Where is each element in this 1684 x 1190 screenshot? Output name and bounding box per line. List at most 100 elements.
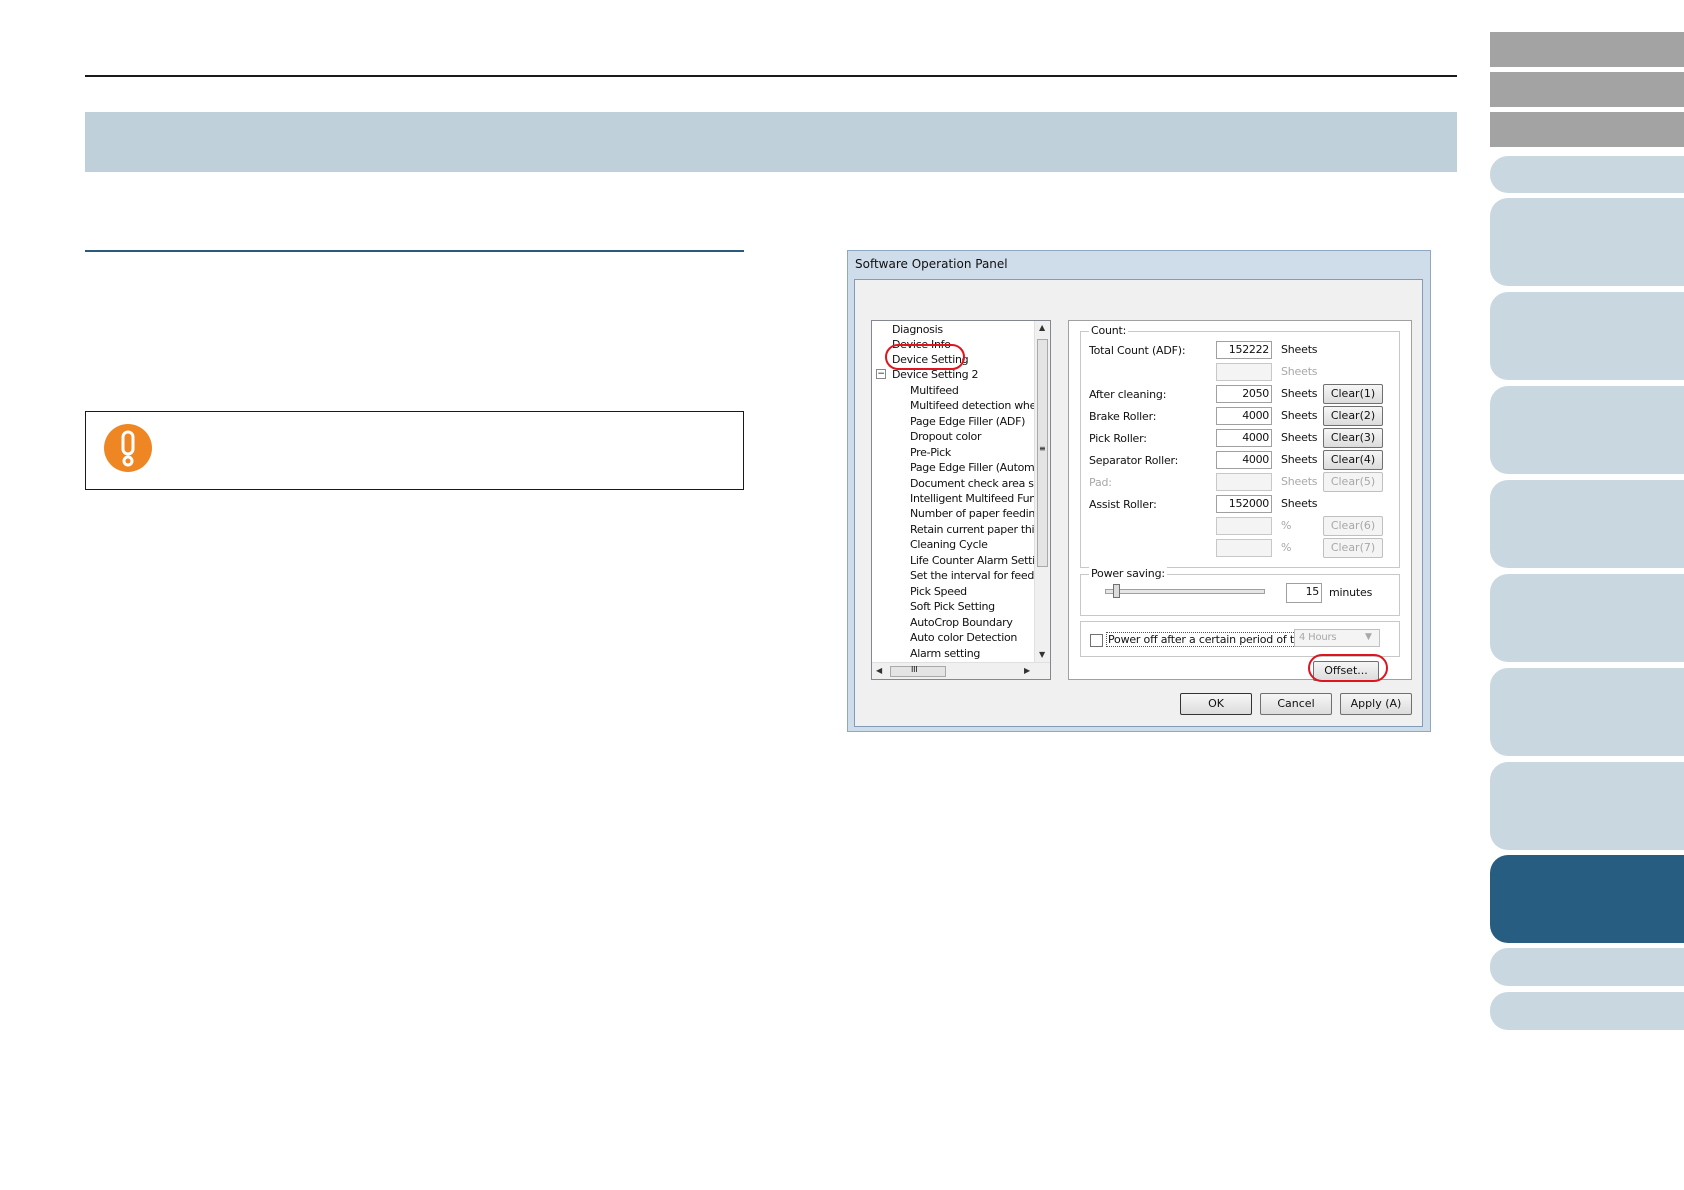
count-field-empty: [1216, 363, 1272, 381]
settings-tree[interactable]: Diagnosis Device Info Device Setting − D…: [871, 320, 1051, 680]
nav-tab-5[interactable]: [1490, 198, 1684, 286]
count-label: Separator Roller:: [1089, 454, 1179, 467]
count-field-empty: [1216, 539, 1272, 557]
scroll-left-arrow-icon[interactable]: ◀: [876, 666, 882, 675]
clear-6-button[interactable]: Clear(6): [1323, 516, 1383, 536]
unit-label: Sheets: [1281, 497, 1318, 510]
nav-tab-13[interactable]: [1490, 992, 1684, 1030]
clear-7-button[interactable]: Clear(7): [1323, 538, 1383, 558]
tree-item[interactable]: Alarm setting: [910, 647, 980, 660]
unit-label: Sheets: [1281, 475, 1318, 488]
tree-item[interactable]: AutoCrop Boundary: [910, 616, 1013, 629]
dialog-body: Diagnosis Device Info Device Setting − D…: [854, 279, 1423, 727]
tree-hscroll-thumb[interactable]: III: [890, 665, 946, 677]
assist-roller-field: 152000: [1216, 495, 1272, 513]
nav-tab-2[interactable]: [1490, 72, 1684, 107]
nav-tab-6[interactable]: [1490, 292, 1684, 380]
tree-item[interactable]: Number of paper feeding re: [910, 507, 1050, 520]
unit-label: Sheets: [1281, 365, 1318, 378]
count-label: Assist Roller:: [1089, 498, 1157, 511]
minutes-label: minutes: [1329, 586, 1373, 599]
unit-label: Sheets: [1281, 431, 1318, 444]
power-saving-label: Power saving:: [1089, 567, 1167, 580]
clear-4-button[interactable]: Clear(4): [1323, 450, 1383, 470]
scroll-up-arrow-icon[interactable]: ▲: [1039, 323, 1045, 332]
tree-expander-icon[interactable]: −: [876, 369, 886, 379]
tree-item[interactable]: Set the interval for feeding: [910, 569, 1050, 582]
power-off-checkbox[interactable]: [1090, 634, 1103, 647]
highlight-device-setting: [885, 344, 965, 370]
count-label: Brake Roller:: [1089, 410, 1157, 423]
tree-item[interactable]: Page Edge Filler (Automatic: [910, 461, 1050, 474]
nav-tab-active[interactable]: [1490, 855, 1684, 943]
tree-item[interactable]: Cleaning Cycle: [910, 538, 988, 551]
caution-exclamation-icon: [104, 424, 152, 472]
caution-box: [85, 411, 744, 490]
clear-3-button[interactable]: Clear(3): [1323, 428, 1383, 448]
nav-tab-4[interactable]: [1490, 156, 1684, 193]
tree-item[interactable]: Pre-Pick: [910, 446, 951, 459]
dialog-title: Software Operation Panel: [855, 257, 1008, 271]
count-label: After cleaning:: [1089, 388, 1167, 401]
tree-item[interactable]: Retain current paper thickn: [910, 523, 1050, 536]
separator-roller-field: 4000: [1216, 451, 1272, 469]
cancel-button[interactable]: Cancel: [1260, 693, 1332, 715]
nav-tab-10[interactable]: [1490, 668, 1684, 756]
ok-button[interactable]: OK: [1180, 693, 1252, 715]
unit-label: Sheets: [1281, 409, 1318, 422]
nav-tab-8[interactable]: [1490, 480, 1684, 568]
scroll-down-arrow-icon[interactable]: ▼: [1039, 650, 1045, 659]
tree-item[interactable]: Multifeed: [910, 384, 959, 397]
total-count-field: 152222: [1216, 341, 1272, 359]
power-off-period-value: 4 Hours: [1299, 632, 1337, 643]
slider-thumb[interactable]: [1113, 584, 1120, 598]
tree-item[interactable]: Life Counter Alarm Setting: [910, 554, 1049, 567]
scroll-grip-icon: ≡: [1039, 444, 1046, 453]
clear-1-button[interactable]: Clear(1): [1323, 384, 1383, 404]
clear-5-button[interactable]: Clear(5): [1323, 472, 1383, 492]
power-saving-minutes-field[interactable]: 15: [1286, 583, 1322, 603]
percent-label: %: [1281, 519, 1292, 532]
tree-horizontal-scrollbar[interactable]: ◀ III ▶: [872, 662, 1050, 679]
chevron-down-icon: ▼: [1365, 632, 1372, 642]
unit-label: Sheets: [1281, 453, 1318, 466]
settings-panel: Count: Total Count (ADF): 152222 Sheets …: [1068, 320, 1412, 682]
unit-label: Sheets: [1281, 343, 1318, 356]
power-off-period-select[interactable]: 4 Hours ▼: [1294, 629, 1380, 647]
after-cleaning-field: 2050: [1216, 385, 1272, 403]
tree-item[interactable]: Page Edge Filler (ADF): [910, 415, 1025, 428]
brake-roller-field: 4000: [1216, 407, 1272, 425]
tree-item[interactable]: Dropout color: [910, 430, 981, 443]
scroll-grip-icon: III: [911, 665, 918, 674]
tree-item[interactable]: Soft Pick Setting: [910, 600, 995, 613]
nav-tab-7[interactable]: [1490, 386, 1684, 474]
count-label: Pad:: [1089, 476, 1112, 489]
tree-item[interactable]: Multifeed detection when s: [910, 399, 1050, 412]
section-rule: [85, 250, 744, 252]
count-label: Pick Roller:: [1089, 432, 1147, 445]
nav-tab-12[interactable]: [1490, 948, 1684, 986]
nav-tab-1[interactable]: [1490, 32, 1684, 67]
tree-item-diagnosis[interactable]: Diagnosis: [892, 323, 943, 336]
nav-tab-11[interactable]: [1490, 762, 1684, 850]
scroll-right-arrow-icon[interactable]: ▶: [1024, 666, 1030, 675]
tree-scroll-thumb[interactable]: ≡: [1037, 339, 1048, 567]
nav-tab-3[interactable]: [1490, 112, 1684, 147]
pad-field: [1216, 473, 1272, 491]
count-group-label: Count:: [1089, 324, 1129, 337]
tree-item[interactable]: Pick Speed: [910, 585, 967, 598]
highlight-offset-button: [1308, 654, 1388, 682]
title-band: [85, 112, 1457, 172]
tree-item[interactable]: Auto color Detection: [910, 631, 1017, 644]
count-label: Total Count (ADF):: [1089, 344, 1186, 357]
clear-2-button[interactable]: Clear(2): [1323, 406, 1383, 426]
percent-label: %: [1281, 541, 1292, 554]
power-off-label[interactable]: Power off after a certain period of time: [1106, 632, 1316, 647]
tree-item[interactable]: Document check area spe: [910, 477, 1047, 490]
nav-tab-9[interactable]: [1490, 574, 1684, 662]
power-saving-slider[interactable]: [1105, 589, 1265, 594]
unit-label: Sheets: [1281, 387, 1318, 400]
tree-item[interactable]: Intelligent Multifeed Functio: [910, 492, 1050, 505]
apply-button[interactable]: Apply (A): [1340, 693, 1412, 715]
tree-vertical-scrollbar[interactable]: ▲ ≡ ▼: [1034, 321, 1050, 662]
